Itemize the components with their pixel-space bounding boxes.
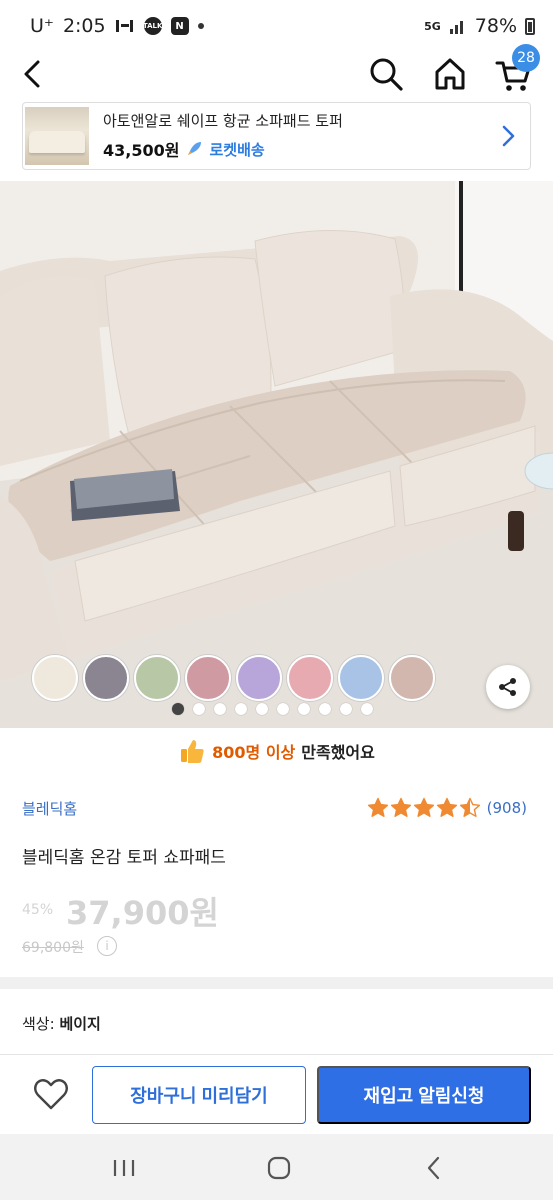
color-swatch[interactable]	[32, 655, 78, 701]
discount-rate: 45%	[22, 902, 54, 918]
brand-link[interactable]: 블레딕홈	[22, 798, 77, 819]
carousel-dot[interactable]	[256, 703, 268, 715]
banner-thumbnail	[25, 107, 89, 165]
back-icon[interactable]	[18, 56, 48, 92]
carousel-dot[interactable]	[340, 703, 352, 715]
carrier-label: U⁺	[30, 15, 54, 37]
banner-price: 43,500원	[103, 141, 180, 160]
chevron-right-icon	[502, 125, 515, 147]
thumbs-up-icon	[181, 740, 204, 763]
system-back-icon[interactable]	[424, 1154, 444, 1182]
signal-bars-app-icon	[115, 20, 133, 32]
add-to-cart-button[interactable]: 장바구니 미리담기	[92, 1066, 306, 1124]
color-swatch[interactable]	[83, 655, 129, 701]
restock-alert-button[interactable]: 재입고 알림신청	[317, 1066, 531, 1124]
talk-icon: TALK	[143, 17, 162, 35]
carousel-dot[interactable]	[277, 703, 289, 715]
banner-product-title: 아토앤알로 쉐이프 항균 소파패드 토퍼	[103, 112, 343, 130]
original-price: 69,800원	[22, 940, 84, 956]
carousel-dot[interactable]	[235, 703, 247, 715]
product-title: 블레딕홈 온감 토퍼 쇼파패드	[22, 848, 226, 868]
heart-icon[interactable]	[32, 1075, 70, 1113]
carousel-dot[interactable]	[172, 703, 184, 715]
recent-apps-icon[interactable]	[111, 1158, 137, 1178]
color-swatch[interactable]	[185, 655, 231, 701]
star-rating	[367, 797, 481, 818]
sale-price: 37,900원	[66, 894, 219, 932]
color-swatch[interactable]	[287, 655, 333, 701]
share-button[interactable]	[486, 665, 530, 709]
section-divider	[0, 977, 553, 989]
color-swatch[interactable]	[389, 655, 435, 701]
color-swatch[interactable]	[134, 655, 180, 701]
carousel-dot[interactable]	[298, 703, 310, 715]
battery-icon	[525, 17, 535, 35]
satisfaction-text: 만족했어요	[301, 743, 375, 762]
cart-button[interactable]: 28	[494, 44, 540, 94]
carousel-dot[interactable]	[214, 703, 226, 715]
satisfaction-count: 800명 이상	[212, 743, 296, 762]
rocket-delivery-label: 로켓배송	[209, 140, 265, 159]
network-label: 5G	[424, 19, 441, 33]
share-icon	[499, 678, 516, 696]
naver-icon: N	[170, 17, 189, 35]
related-product-banner[interactable]: 아토앤알로 쉐이프 항균 소파패드 토퍼 43,500원 로켓배송	[22, 102, 531, 170]
review-count: (908)	[486, 798, 527, 817]
option-label: 색상:	[22, 1015, 55, 1033]
battery-percent: 78%	[474, 15, 517, 37]
star-icon	[367, 797, 388, 817]
rocket-icon	[188, 142, 202, 155]
system-navigation-bar	[0, 1134, 553, 1200]
sofa-product-image	[0, 181, 553, 728]
option-value: 베이지	[59, 1015, 101, 1033]
bottom-action-bar: 장바구니 미리담기 재입고 알림신청	[0, 1054, 553, 1134]
info-icon[interactable]: i	[97, 936, 117, 956]
carousel-pagination	[172, 703, 373, 715]
star-icon	[459, 797, 480, 817]
status-time: 2:05	[62, 15, 106, 37]
cell-signal-icon	[449, 21, 463, 34]
notification-dot-icon	[197, 23, 204, 29]
rating-summary[interactable]: (908)	[367, 797, 527, 818]
star-icon	[436, 797, 457, 817]
color-swatch[interactable]	[236, 655, 282, 701]
satisfaction-banner: 800명 이상 만족했어요	[0, 733, 553, 769]
home-icon[interactable]	[432, 56, 468, 92]
status-bar: U⁺ 2:05 TALK N 5G 78%	[0, 0, 553, 52]
system-home-icon[interactable]	[266, 1155, 292, 1181]
color-swatch-list	[32, 655, 435, 701]
product-page: U⁺ 2:05 TALK N 5G 78% 28 아토앤알로 쉐이프 항균 소파…	[0, 0, 553, 1200]
cart-count-badge: 28	[512, 44, 540, 72]
star-icon	[413, 797, 434, 817]
color-swatch[interactable]	[338, 655, 384, 701]
carousel-dot[interactable]	[361, 703, 373, 715]
product-image-carousel[interactable]	[0, 181, 553, 728]
star-icon	[390, 797, 411, 817]
search-icon[interactable]	[368, 56, 404, 92]
carousel-dot[interactable]	[319, 703, 331, 715]
selected-option[interactable]: 색상: 베이지	[22, 1013, 101, 1034]
top-nav: 28	[0, 44, 553, 96]
carousel-dot[interactable]	[193, 703, 205, 715]
